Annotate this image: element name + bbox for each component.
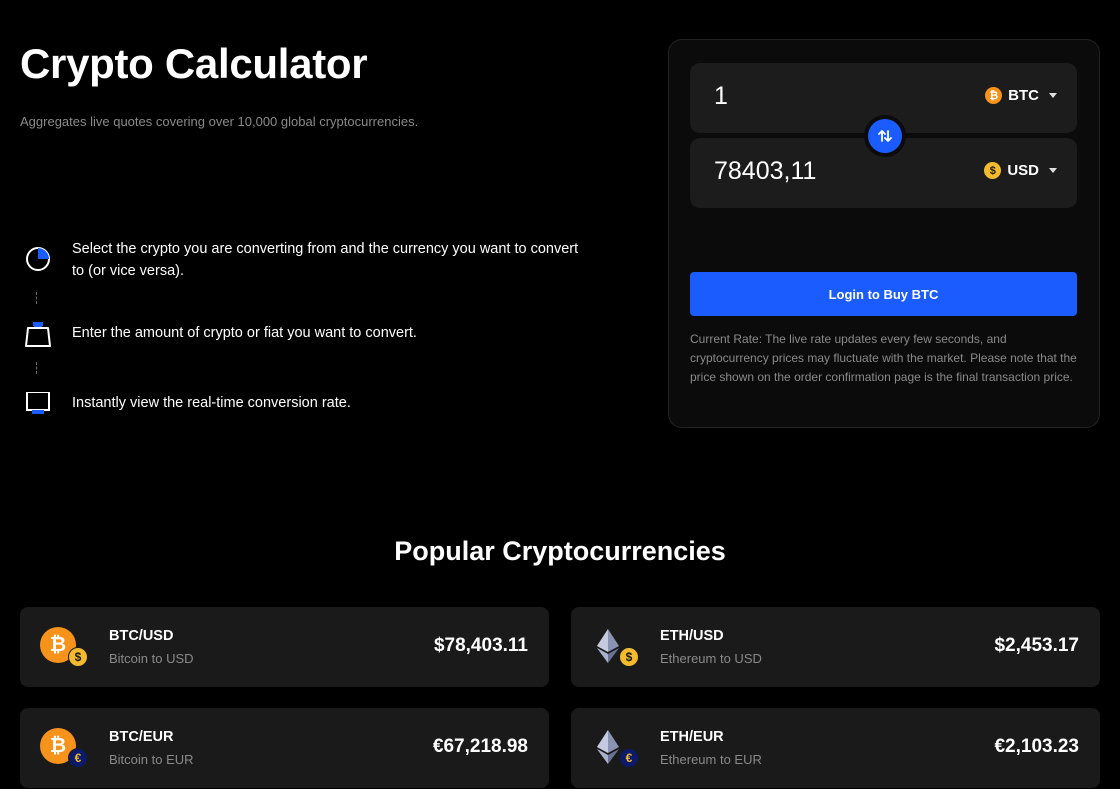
chevron-down-icon: [1049, 93, 1057, 98]
step-1: Select the crypto you are converting fro…: [22, 238, 592, 282]
pair-name: ETH/EUR: [660, 729, 724, 745]
pair-name: BTC/EUR: [109, 729, 174, 745]
euro-coin-icon: €: [619, 748, 639, 768]
step-connector: [36, 362, 37, 374]
to-currency-select[interactable]: $ USD: [984, 162, 1057, 179]
from-amount-input[interactable]: 1: [714, 82, 728, 111]
page: Crypto Calculator Aggregates live quotes…: [0, 0, 1120, 789]
pair-description: Ethereum to USD: [660, 651, 762, 666]
pair-price: €2,103.23: [994, 736, 1079, 757]
step-2: Enter the amount of crypto or fiat you w…: [22, 318, 592, 356]
step-3: Instantly view the real-time conversion …: [22, 391, 592, 426]
pair-price: €67,218.98: [432, 736, 528, 757]
pair-card-eth-eur[interactable]: € ETH/EUR Ethereum to EUR €2,103.23: [571, 708, 1100, 788]
pair-price: $2,453.17: [994, 635, 1079, 656]
step-3-text: Instantly view the real-time conversion …: [72, 395, 351, 411]
converter-panel: 1 ₿ BTC 78403,11 $ USD Login to Buy BTC …: [668, 39, 1100, 428]
pair-card-eth-usd[interactable]: $ ETH/USD Ethereum to USD $2,453.17: [571, 607, 1100, 687]
to-amount-input[interactable]: 78403,11: [714, 157, 816, 186]
chevron-down-icon: [1049, 168, 1057, 173]
pair-description: Bitcoin to EUR: [109, 752, 194, 767]
page-subtitle: Aggregates live quotes covering over 10,…: [20, 114, 419, 129]
rate-note: Current Rate: The live rate updates ever…: [690, 332, 1077, 384]
pair-icons: €: [591, 728, 641, 770]
page-title: Crypto Calculator: [20, 40, 368, 87]
dollar-coin-icon: $: [984, 162, 1002, 179]
pair-card-btc-usd[interactable]: ₿ $ BTC/USD Bitcoin to USD $78,403.11: [20, 607, 549, 687]
pie-chart-icon: [22, 238, 56, 272]
pair-icons: ₿ €: [40, 728, 90, 770]
popular-title: Popular Cryptocurrencies: [394, 536, 726, 566]
euro-coin-icon: €: [68, 748, 88, 768]
swap-button[interactable]: [864, 115, 906, 157]
pair-price: $78,403.11: [433, 635, 528, 656]
from-currency-select[interactable]: ₿ BTC: [985, 87, 1057, 104]
swap-arrows-icon: [868, 119, 902, 153]
shopping-bag-icon: [22, 318, 56, 356]
ethereum-icon: [597, 730, 619, 764]
to-currency-label: USD: [1007, 162, 1039, 179]
step-1-text: Select the crypto you are converting fro…: [72, 241, 579, 279]
pair-description: Ethereum to EUR: [660, 752, 762, 767]
ethereum-icon: [597, 629, 619, 663]
pair-card-btc-eur[interactable]: ₿ € BTC/EUR Bitcoin to EUR €67,218.98: [20, 708, 549, 788]
dollar-coin-icon: $: [619, 647, 639, 667]
bitcoin-icon: ₿: [985, 87, 1003, 104]
step-connector: [36, 292, 37, 304]
step-2-text: Enter the amount of crypto or fiat you w…: [72, 325, 417, 341]
from-currency-label: BTC: [1008, 87, 1039, 104]
pair-icons: $: [591, 627, 641, 669]
pair-icons: ₿ $: [40, 627, 90, 669]
monitor-icon: [22, 391, 56, 426]
dollar-coin-icon: $: [68, 647, 88, 667]
pair-name: BTC/USD: [109, 628, 174, 644]
pair-description: Bitcoin to USD: [109, 651, 194, 666]
login-to-buy-button[interactable]: Login to Buy BTC: [690, 272, 1077, 316]
pair-name: ETH/USD: [660, 628, 724, 644]
